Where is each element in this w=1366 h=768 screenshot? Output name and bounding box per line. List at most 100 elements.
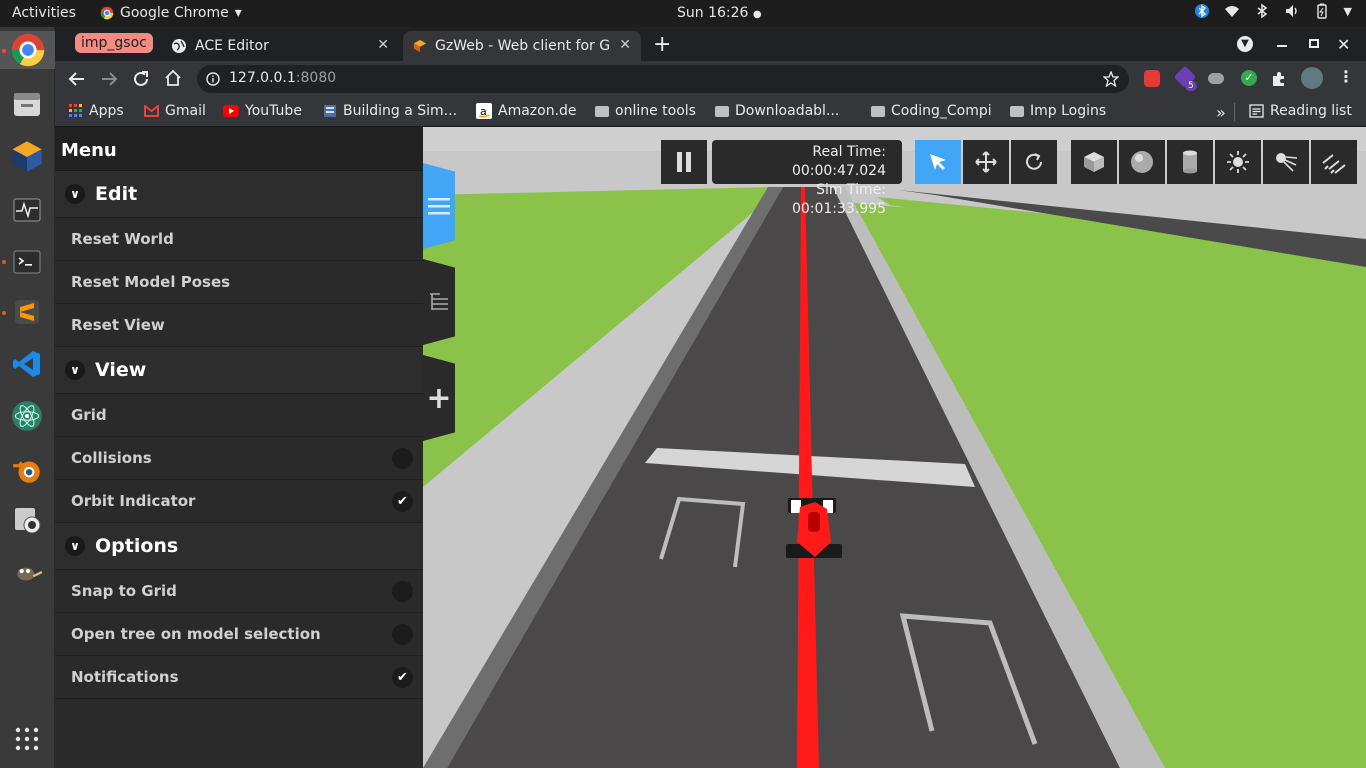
dock-chrome[interactable] bbox=[0, 31, 55, 69]
tab-search-icon[interactable]: ▼ bbox=[1237, 36, 1253, 52]
tab-group-label[interactable]: imp_gsoc bbox=[75, 33, 153, 53]
dock-sublime[interactable] bbox=[8, 293, 46, 331]
reload-icon[interactable] bbox=[132, 70, 150, 88]
cylinder-icon bbox=[1183, 150, 1197, 174]
insert-box-button[interactable] bbox=[1071, 140, 1117, 184]
bookmark-downloadable[interactable]: Downloadabl... bbox=[715, 103, 839, 119]
extension-cloud-icon[interactable] bbox=[1208, 73, 1224, 84]
menu-item-open-tree[interactable]: Open tree on model selection bbox=[55, 613, 423, 656]
extensions-puzzle-icon[interactable] bbox=[1271, 71, 1287, 87]
bookmark-youtube[interactable]: YouTube bbox=[223, 103, 302, 119]
dock-system-monitor[interactable] bbox=[8, 191, 46, 229]
info-icon[interactable] bbox=[206, 72, 220, 86]
section-view[interactable]: ∨ View bbox=[55, 347, 423, 394]
rotate-mode-button[interactable] bbox=[1011, 140, 1057, 184]
app-menu[interactable]: Google Chrome ▾ bbox=[100, 5, 242, 21]
menu-item-orbit-indicator[interactable]: Orbit Indicator ✔ bbox=[55, 480, 423, 523]
forward-arrow-icon[interactable] bbox=[100, 70, 118, 88]
pause-button[interactable] bbox=[661, 140, 707, 184]
dock-blender[interactable] bbox=[8, 451, 46, 489]
collisions-toggle[interactable] bbox=[392, 448, 413, 469]
dock-vscode[interactable] bbox=[8, 345, 46, 383]
dock-atom[interactable] bbox=[8, 397, 46, 435]
volume-icon[interactable] bbox=[1284, 3, 1300, 19]
bookmark-gmail[interactable]: Gmail bbox=[144, 103, 206, 119]
close-window-button[interactable]: ✕ bbox=[1337, 35, 1350, 54]
dock-webcam[interactable] bbox=[8, 501, 46, 539]
bookmarks-bar: Apps Gmail YouTube Building a Sim... a Am… bbox=[55, 97, 1366, 127]
dock-show-apps[interactable] bbox=[8, 720, 46, 758]
insert-tab[interactable]: + bbox=[423, 355, 455, 441]
insert-point-light-button[interactable] bbox=[1215, 140, 1261, 184]
translate-mode-button[interactable] bbox=[963, 140, 1009, 184]
insert-directional-light-button[interactable] bbox=[1311, 140, 1357, 184]
youtube-icon bbox=[223, 105, 239, 117]
bluetooth-app-icon[interactable] bbox=[1194, 3, 1210, 19]
dock-gimp[interactable] bbox=[8, 553, 46, 591]
clock[interactable]: Sun 16:26 ● bbox=[677, 5, 762, 21]
gmail-icon bbox=[144, 105, 159, 117]
extension-check-icon[interactable]: ✓ bbox=[1241, 70, 1257, 86]
menu-item-reset-view[interactable]: Reset View bbox=[55, 304, 423, 347]
new-tab-button[interactable]: + bbox=[653, 32, 671, 57]
bookmark-imp-logins[interactable]: Imp Logins bbox=[1010, 103, 1106, 119]
close-tab-icon[interactable]: ✕ bbox=[619, 37, 631, 53]
rotate-icon bbox=[1026, 153, 1042, 170]
dock-files[interactable] bbox=[8, 85, 46, 123]
activities-button[interactable]: Activities bbox=[12, 5, 76, 21]
dock-virtualbox[interactable] bbox=[8, 137, 46, 175]
select-mode-button[interactable] bbox=[915, 140, 961, 184]
folder-icon bbox=[871, 105, 885, 117]
reading-list-button[interactable]: Reading list bbox=[1249, 103, 1352, 119]
tab-ace-editor[interactable]: ACE Editor ✕ bbox=[161, 31, 399, 61]
bookmark-building-sim[interactable]: Building a Sim... bbox=[323, 103, 457, 119]
open-tree-toggle[interactable] bbox=[392, 624, 413, 645]
system-tray[interactable]: ▼ bbox=[1194, 3, 1352, 19]
menu-tab[interactable] bbox=[423, 163, 455, 249]
address-bar[interactable]: 127.0.0.1:8080 bbox=[197, 65, 1129, 93]
menu-item-snap-to-grid[interactable]: Snap to Grid bbox=[55, 570, 423, 613]
tree-tab[interactable] bbox=[423, 259, 455, 345]
insert-cylinder-button[interactable] bbox=[1167, 140, 1213, 184]
menu-item-reset-model-poses[interactable]: Reset Model Poses bbox=[55, 261, 423, 304]
more-bookmarks-button[interactable]: » bbox=[1216, 103, 1226, 122]
minimize-button[interactable] bbox=[1277, 45, 1287, 47]
extension-red-icon[interactable] bbox=[1144, 70, 1160, 87]
app-name: Google Chrome bbox=[120, 5, 229, 21]
profile-avatar[interactable] bbox=[1301, 67, 1323, 89]
insert-spot-light-button[interactable] bbox=[1263, 140, 1309, 184]
section-options[interactable]: ∨ Options bbox=[55, 523, 423, 570]
wifi-icon[interactable] bbox=[1224, 3, 1240, 19]
chrome-menu-icon[interactable]: ⋮ bbox=[1338, 67, 1354, 86]
chevron-down-icon[interactable]: ▼ bbox=[1344, 5, 1352, 18]
close-tab-icon[interactable]: ✕ bbox=[377, 37, 389, 53]
gazebo-icon bbox=[413, 39, 427, 53]
menu-item-notifications[interactable]: Notifications ✔ bbox=[55, 656, 423, 699]
snap-to-grid-toggle[interactable] bbox=[392, 581, 413, 602]
section-edit[interactable]: ∨ Edit bbox=[55, 171, 423, 218]
insert-sphere-button[interactable] bbox=[1119, 140, 1165, 184]
menu-item-reset-world[interactable]: Reset World bbox=[55, 218, 423, 261]
bookmark-apps[interactable]: Apps bbox=[69, 103, 124, 119]
bookmark-star-icon[interactable] bbox=[1103, 71, 1119, 87]
folder-icon bbox=[715, 105, 729, 117]
folder-icon bbox=[595, 105, 609, 117]
bluetooth-icon[interactable] bbox=[1254, 3, 1270, 19]
gzweb-page: Menu ∨ Edit Reset World Reset Model Poses… bbox=[55, 127, 1366, 768]
bookmark-amazon[interactable]: a Amazon.de bbox=[476, 103, 577, 119]
menu-item-grid[interactable]: Grid bbox=[55, 394, 423, 437]
maximize-button[interactable] bbox=[1309, 39, 1319, 48]
plus-icon: + bbox=[426, 380, 452, 416]
home-icon[interactable] bbox=[164, 69, 182, 87]
notifications-toggle-checked[interactable]: ✔ bbox=[392, 667, 413, 688]
battery-icon[interactable] bbox=[1314, 3, 1330, 19]
dock-terminal[interactable] bbox=[8, 243, 46, 281]
page-icon bbox=[324, 105, 336, 117]
tab-gzweb[interactable]: GzWeb - Web client for Ga ✕ bbox=[403, 31, 641, 61]
menu-item-collisions[interactable]: Collisions bbox=[55, 437, 423, 480]
back-arrow-icon[interactable] bbox=[68, 70, 86, 88]
orbit-indicator-toggle-checked[interactable]: ✔ bbox=[392, 491, 413, 512]
bookmark-coding-compi[interactable]: Coding_Compi bbox=[871, 103, 992, 119]
bookmark-online-tools[interactable]: online tools bbox=[595, 103, 696, 119]
dock bbox=[0, 27, 55, 768]
